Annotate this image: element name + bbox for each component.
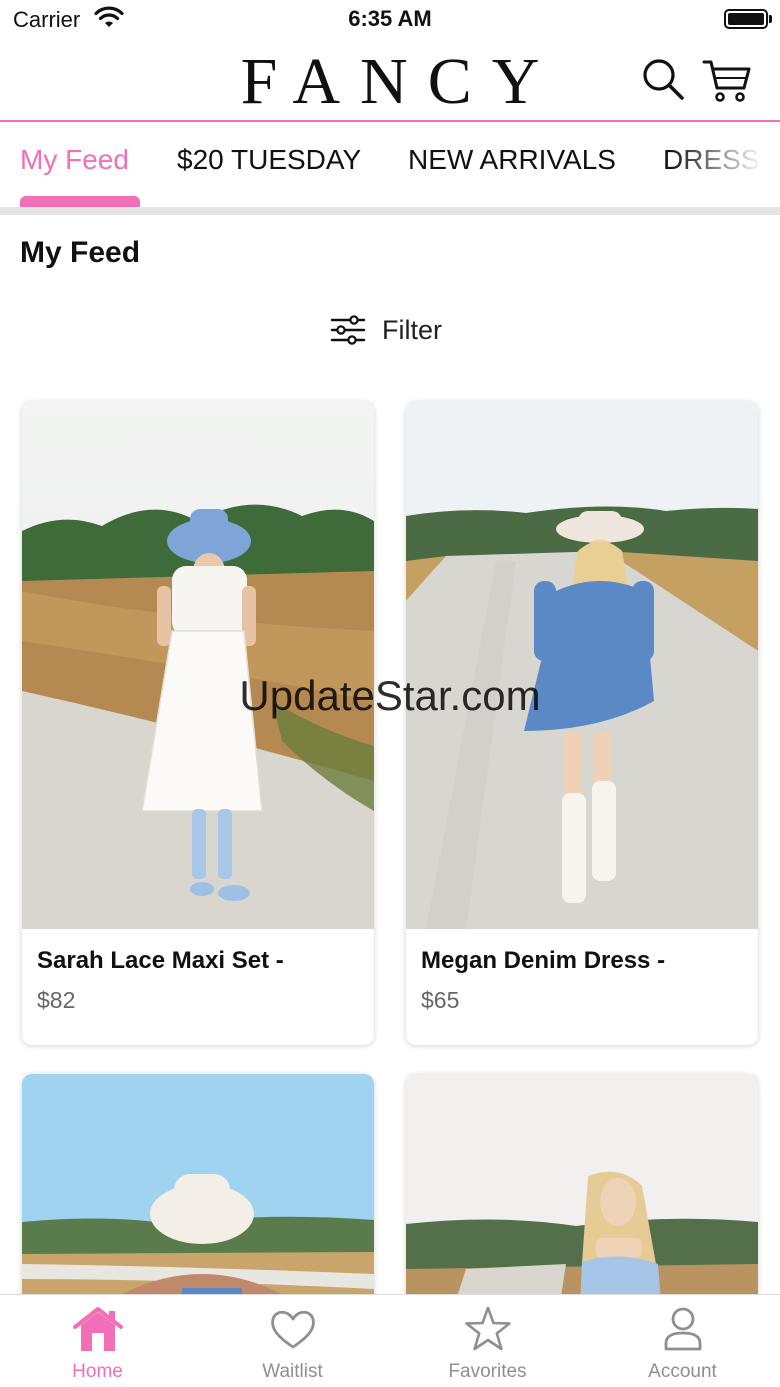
category-tabs: My Feed $20 TUESDAY NEW ARRIVALS DRESS [0,124,780,208]
nav-label: Favorites [448,1361,527,1382]
cart-icon[interactable] [700,54,752,106]
clock: 6:35 AM [348,6,432,31]
app-header: FANCY [0,40,780,122]
page-title: My Feed [20,236,141,269]
filter-label: Filter [382,314,442,345]
tabs-divider [0,207,780,215]
home-icon [73,1307,123,1351]
product-price: $65 [421,987,460,1013]
nav-account[interactable]: Account [585,1295,780,1387]
filter-icon [330,315,366,345]
product-info: Sarah Lace Maxi Set - $82 [22,929,374,1045]
account-icon [664,1307,702,1351]
status-bar: Carrier 6:35 AM [0,0,780,40]
tab-20-tuesday[interactable]: $20 TUESDAY [177,144,361,176]
tab-my-feed[interactable]: My Feed [20,144,129,176]
product-price: $82 [37,987,76,1013]
product-info: Megan Denim Dress - $65 [406,929,758,1045]
product-image[interactable] [406,401,758,929]
nav-label: Waitlist [262,1361,323,1382]
nav-home[interactable]: Home [0,1295,195,1387]
nav-label: Account [648,1361,717,1382]
product-image[interactable] [22,401,374,929]
star-icon [465,1306,511,1351]
battery-nub [769,15,772,23]
bottom-tab-bar: Home Waitlist Favorites Account [0,1294,780,1387]
heart-icon [271,1310,315,1349]
battery-icon [724,9,768,29]
tab-new-arrivals[interactable]: NEW ARRIVALS [408,144,616,176]
nav-waitlist[interactable]: Waitlist [195,1295,390,1387]
nav-favorites[interactable]: Favorites [390,1295,585,1387]
tab-dress[interactable]: DRESS [663,144,759,176]
search-icon[interactable] [640,56,686,102]
filter-button[interactable]: Filter [330,308,442,352]
product-name: Megan Denim Dress - [421,947,666,974]
product-card-sarah-lace-maxi-set[interactable]: Sarah Lace Maxi Set - $82 [22,401,374,1045]
nav-label: Home [72,1361,123,1382]
product-card-megan-denim-dress[interactable]: Megan Denim Dress - $65 [406,401,758,1045]
product-name: Sarah Lace Maxi Set - [37,947,284,974]
